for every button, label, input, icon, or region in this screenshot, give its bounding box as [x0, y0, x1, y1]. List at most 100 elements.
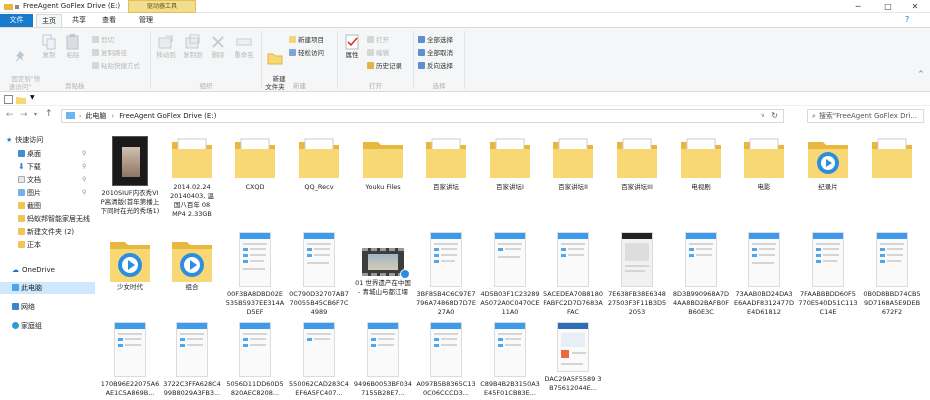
folder-item[interactable]: 百家讲坛I — [480, 136, 540, 192]
cut-button[interactable]: 剪切 — [92, 34, 114, 44]
up-icon[interactable]: ↑ — [45, 109, 53, 119]
file-item[interactable]: 3BF85B4C6C97E7796A74868D7D7E27A0 — [416, 232, 476, 317]
file-item[interactable]: 4D5B03F1C23289A5072A0C0470CE11A0 — [480, 232, 540, 317]
paste-button[interactable]: 粘贴 — [62, 34, 84, 59]
file-item[interactable]: 00F3BA8DBD02E535B5937EE314AD5EF — [225, 232, 285, 317]
new-item-button[interactable]: 新建项目 — [289, 34, 324, 44]
nav-onedrive[interactable]: ☁ OneDrive — [12, 264, 55, 276]
folder-icon — [741, 136, 787, 180]
close-button[interactable]: ✕ — [900, 0, 930, 13]
cloud-icon: ☁ — [12, 266, 19, 274]
edit-button[interactable]: 编辑 — [367, 47, 389, 57]
folder-icon[interactable] — [16, 95, 26, 104]
refresh-icon[interactable]: ↻ — [771, 110, 778, 122]
select-all-button[interactable]: 全部选择 — [418, 34, 453, 44]
nav-quick-access[interactable]: ★ 快速访问 — [6, 134, 43, 146]
folder-item[interactable]: 百家讲坛III — [607, 136, 667, 192]
delete-button[interactable]: 删除 — [207, 34, 229, 59]
tab-share[interactable]: 共享 — [66, 14, 92, 27]
file-item[interactable]: 0C790D32707AB770055B45CB6F7C4989 — [289, 232, 349, 317]
recent-dropdown-icon[interactable]: ▾ — [34, 111, 37, 118]
folder-item[interactable]: CXQD — [225, 136, 285, 192]
file-item[interactable]: 3722C3FFA628C499B8029A3FB3... — [162, 322, 222, 398]
nav-item-desktop[interactable]: 桌面 — [18, 148, 41, 160]
file-item[interactable]: 170B96E22075A6AE1C5A869B... — [100, 322, 160, 398]
collapse-ribbon-icon[interactable]: ^ — [918, 70, 924, 78]
file-item[interactable]: 2010SIUF内衣秀VIP高清版(首年第播上下同时在光的秀场1) — [100, 136, 160, 216]
folder-item[interactable]: 电视剧 — [671, 136, 731, 192]
open-button[interactable]: 打开 — [367, 34, 389, 44]
select-none-button[interactable]: 全部取消 — [418, 47, 453, 57]
file-item[interactable]: DAC29A5F5589 3B75612044E... — [543, 322, 603, 393]
folder-item[interactable]: Youku Files — [353, 136, 413, 192]
folder-item[interactable]: 百家讲坛 — [416, 136, 476, 192]
quick-access-row: ▼ — [0, 92, 930, 106]
file-item[interactable]: A097B5B8365C130C06CCCD3... — [416, 322, 476, 398]
move-to-button[interactable]: 移动到 — [153, 34, 179, 59]
file-item[interactable]: 550062CAD283C4EF6A5FC407... — [289, 322, 349, 398]
nav-item-pictures[interactable]: 图片 — [18, 187, 41, 199]
rename-button[interactable]: 重命名 — [230, 34, 258, 59]
maximize-button[interactable]: □ — [873, 0, 903, 13]
search-icon: ⌕ — [812, 112, 816, 120]
ribbon: 固定到"快 速访问" 复制 粘贴 剪切 复制路径 粘贴快捷方式 剪贴板 移动到 … — [0, 27, 930, 92]
folder-item[interactable]: 百家讲坛II — [543, 136, 603, 192]
nav-item-zhengben[interactable]: 正本 — [18, 239, 41, 251]
file-item[interactable]: 01 世界遗产在中国 - 青城山与都江堰 — [353, 248, 413, 297]
folder-item[interactable] — [862, 136, 922, 183]
breadcrumb-drive[interactable]: FreeAgent GoFlex Drive (E:) — [119, 112, 216, 120]
history-button[interactable]: 历史记录 — [367, 60, 402, 70]
tab-manage[interactable]: 管理 — [132, 14, 160, 27]
tab-view[interactable]: 查看 — [96, 14, 122, 27]
help-icon[interactable]: ? — [905, 15, 909, 24]
invert-selection-button[interactable]: 反向选择 — [418, 60, 453, 70]
nav-item-smart-home[interactable]: 蚂蚁邦智能家居无线 — [18, 213, 90, 225]
nav-item-new-folder-2[interactable]: 新建文件夹 (2) — [18, 226, 74, 238]
breadcrumb-this-pc[interactable]: 此电脑 — [85, 112, 106, 120]
minimize-button[interactable]: ─ — [843, 0, 873, 13]
folder-icon — [614, 136, 660, 180]
folder-item[interactable]: 少女时代 — [100, 236, 160, 292]
back-icon[interactable]: ← — [6, 110, 14, 120]
tab-home[interactable]: 主页 — [36, 14, 62, 27]
quick-access-toolbar[interactable] — [4, 2, 20, 10]
folder-item[interactable]: 2014.02.24 20140403, 温 国八百年 08 MP4 2.33G… — [162, 136, 222, 219]
easy-access-button[interactable]: 轻松访问 — [289, 47, 324, 57]
file-item[interactable]: 5ACEDEA70B8180FABFC2D7D7683AFAC — [543, 232, 603, 317]
folder-item[interactable]: 组合 — [162, 236, 222, 292]
file-item[interactable]: 7E638FB38E634827503F3F11B3D52053 — [607, 232, 667, 317]
nav-homegroup[interactable]: 家庭组 — [12, 320, 42, 332]
nav-item-downloads[interactable]: ⬇ 下载 — [18, 161, 41, 173]
nav-item-screenshots[interactable]: 截图 — [18, 200, 41, 212]
copy-to-button[interactable]: 复制到 — [180, 34, 206, 59]
media-folder-icon — [107, 236, 153, 282]
checkbox-icon[interactable] — [4, 95, 13, 104]
forward-icon[interactable]: → — [20, 110, 28, 120]
folder-icon — [487, 136, 533, 180]
address-input[interactable]: › 此电脑 › FreeAgent GoFlex Drive (E:) ∨ ↻ — [61, 109, 784, 123]
tab-file[interactable]: 文件 — [0, 14, 33, 27]
dropdown-icon[interactable]: ▼ — [30, 94, 35, 101]
file-item[interactable]: 5056D11DD60D5820AEC8208... — [225, 322, 285, 398]
file-item[interactable]: 73AAB0BD24DA3E6AADF8312477DE4D61812 — [734, 232, 794, 317]
file-item[interactable]: 7FAABBBDD60F5770E540D51C113C14E — [798, 232, 858, 317]
nav-network[interactable]: 网络 — [12, 301, 35, 313]
file-item[interactable]: C89B4B2B3150A3E45F01CB83E... — [480, 322, 540, 398]
folder-icon — [678, 136, 724, 180]
folder-item[interactable]: QQ_Recv — [289, 136, 349, 192]
file-item[interactable]: 8D3B990968A7D4AA8BD2BAFB0FB60E3C — [671, 232, 731, 317]
copy-path-button[interactable]: 复制路径 — [92, 47, 127, 57]
file-item[interactable]: 0B0D8BBD74CB59D7168A5E9DEB672F2 — [862, 232, 922, 317]
folder-item[interactable]: 电影 — [734, 136, 794, 192]
image-thumbnail-icon — [557, 232, 589, 287]
folder-item[interactable]: 纪录片 — [798, 136, 858, 192]
image-thumbnail-icon — [494, 322, 526, 377]
properties-button[interactable]: 属性 — [341, 34, 363, 59]
nav-item-documents[interactable]: 文档 — [18, 174, 41, 186]
file-item[interactable]: 9496B0053BF0347155B28E7... — [353, 322, 413, 398]
nav-this-pc[interactable]: 此电脑 — [0, 282, 95, 294]
copy-button[interactable]: 复制 — [38, 34, 60, 59]
paste-shortcut-button[interactable]: 粘贴快捷方式 — [92, 60, 140, 70]
address-dropdown-icon[interactable]: ∨ — [761, 110, 765, 122]
search-input[interactable]: ⌕ 搜索"FreeAgent GoFlex Dri... — [807, 109, 924, 123]
